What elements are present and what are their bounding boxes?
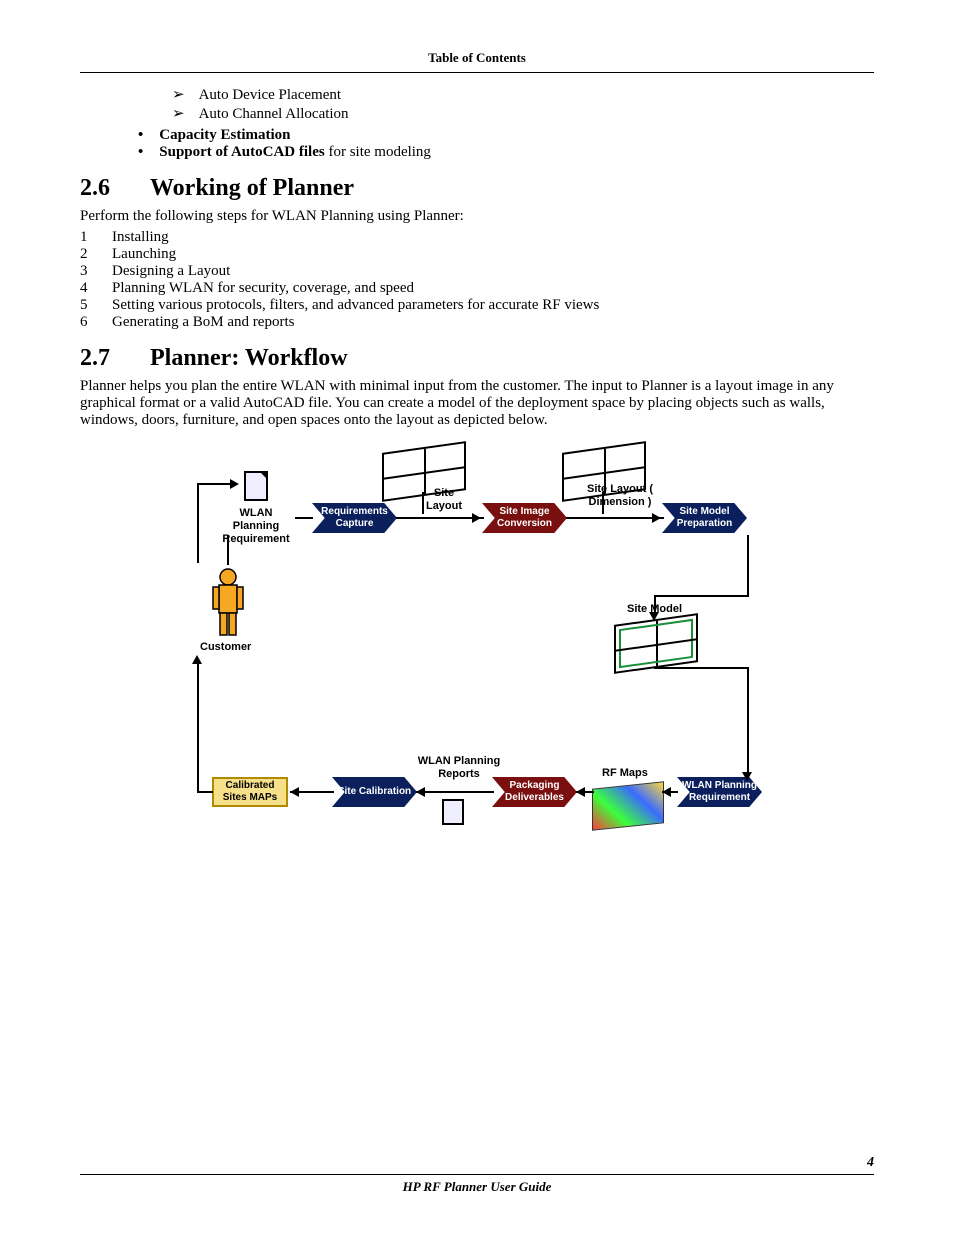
workflow-diagram: WLAN Planning Requirement Requirements C… (182, 447, 772, 847)
page-footer: HP RF Planner User Guide (80, 1174, 874, 1195)
arrow-item: Auto Device Placement (172, 85, 874, 104)
bullet-item: Support of AutoCAD files for site modeli… (138, 144, 874, 161)
section-2.7-intro: Planner helps you plan the entire WLAN w… (80, 378, 874, 429)
bullet-list: Capacity Estimation Support of AutoCAD f… (80, 127, 874, 161)
section-2.7-heading: 2.7 Planner: Workflow (80, 345, 874, 372)
rf-map-icon (592, 781, 664, 831)
document-icon (442, 799, 464, 825)
page-number: 4 (867, 1155, 874, 1171)
step-item: 3Designing a Layout (80, 263, 874, 280)
customer-label: Customer (200, 641, 251, 654)
wlan-reports-label: WLAN Planning Reports (414, 755, 504, 781)
section-number: 2.6 (80, 175, 110, 202)
step-item: 5Setting various protocols, filters, and… (80, 297, 874, 314)
customer-icon (210, 567, 246, 637)
site-image-box: Site Image Conversion (482, 503, 567, 533)
step-item: 6Generating a BoM and reports (80, 314, 874, 331)
step-item: 4Planning WLAN for security, coverage, a… (80, 280, 874, 297)
step-item: 1Installing (80, 229, 874, 246)
site-calibration-box: Site Calibration (332, 777, 417, 807)
rf-maps-label: RF Maps (602, 767, 648, 780)
document-icon (244, 471, 268, 501)
site-layout-dim-label: Site Layout ( Dimension ) (580, 483, 660, 509)
arrow-item: Auto Channel Allocation (172, 104, 874, 123)
calibrated-box: Calibrated Sites MAPs (212, 777, 288, 807)
section-number: 2.7 (80, 345, 110, 372)
section-title: Working of Planner (150, 175, 354, 202)
floorplan-icon (614, 613, 698, 674)
arrow-list: Auto Device Placement Auto Channel Alloc… (80, 85, 874, 123)
section-title: Planner: Workflow (150, 345, 348, 372)
step-item: 2Launching (80, 246, 874, 263)
steps-list: 1Installing 2Launching 3Designing a Layo… (80, 229, 874, 331)
page-header: Table of Contents (80, 50, 874, 73)
site-model-prep-box: Site Model Preparation (662, 503, 747, 533)
req-capture-box: Requirements Capture (312, 503, 397, 533)
site-layout-label: Site Layout (419, 487, 469, 513)
bullet-item: Capacity Estimation (138, 127, 874, 144)
section-2.6-heading: 2.6 Working of Planner (80, 175, 874, 202)
wlan-req2-box: WLAN Planning Requirement (677, 777, 762, 807)
section-2.6-intro: Perform the following steps for WLAN Pla… (80, 208, 874, 225)
packaging-box: Packaging Deliverables (492, 777, 577, 807)
